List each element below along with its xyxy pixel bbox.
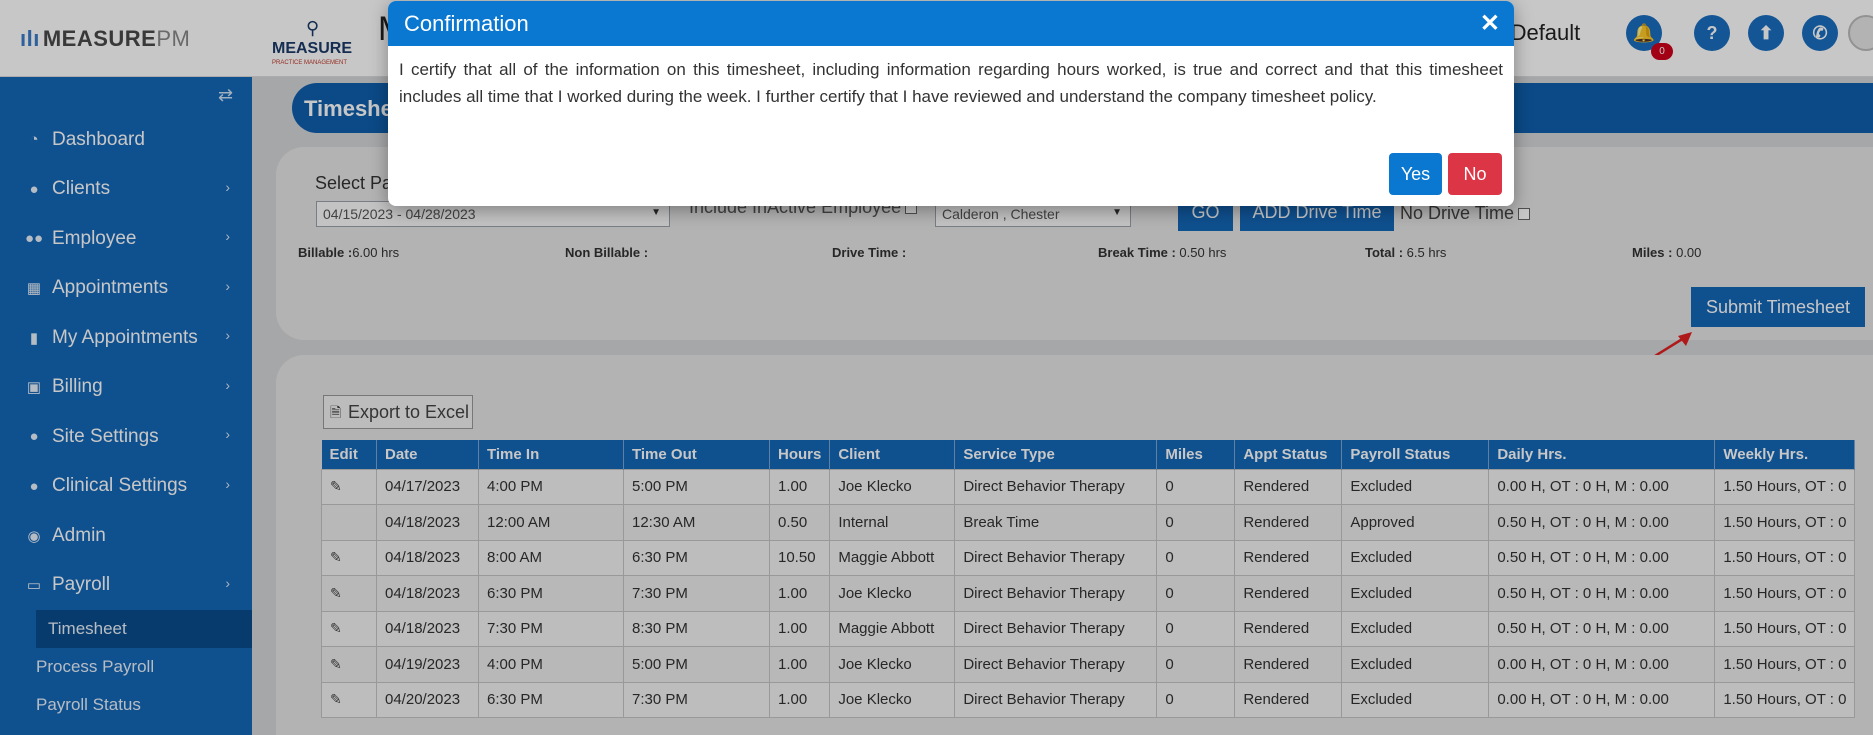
yes-button[interactable]: Yes [1389,153,1442,195]
dialog-title: Confirmation [404,11,529,36]
dialog-message: I certify that all of the information on… [399,60,1503,106]
dialog-header: Confirmation ✕ [388,1,1514,46]
close-icon[interactable]: ✕ [1480,9,1500,38]
confirmation-dialog: Confirmation ✕ I certify that all of the… [388,1,1514,206]
no-button[interactable]: No [1448,153,1502,195]
